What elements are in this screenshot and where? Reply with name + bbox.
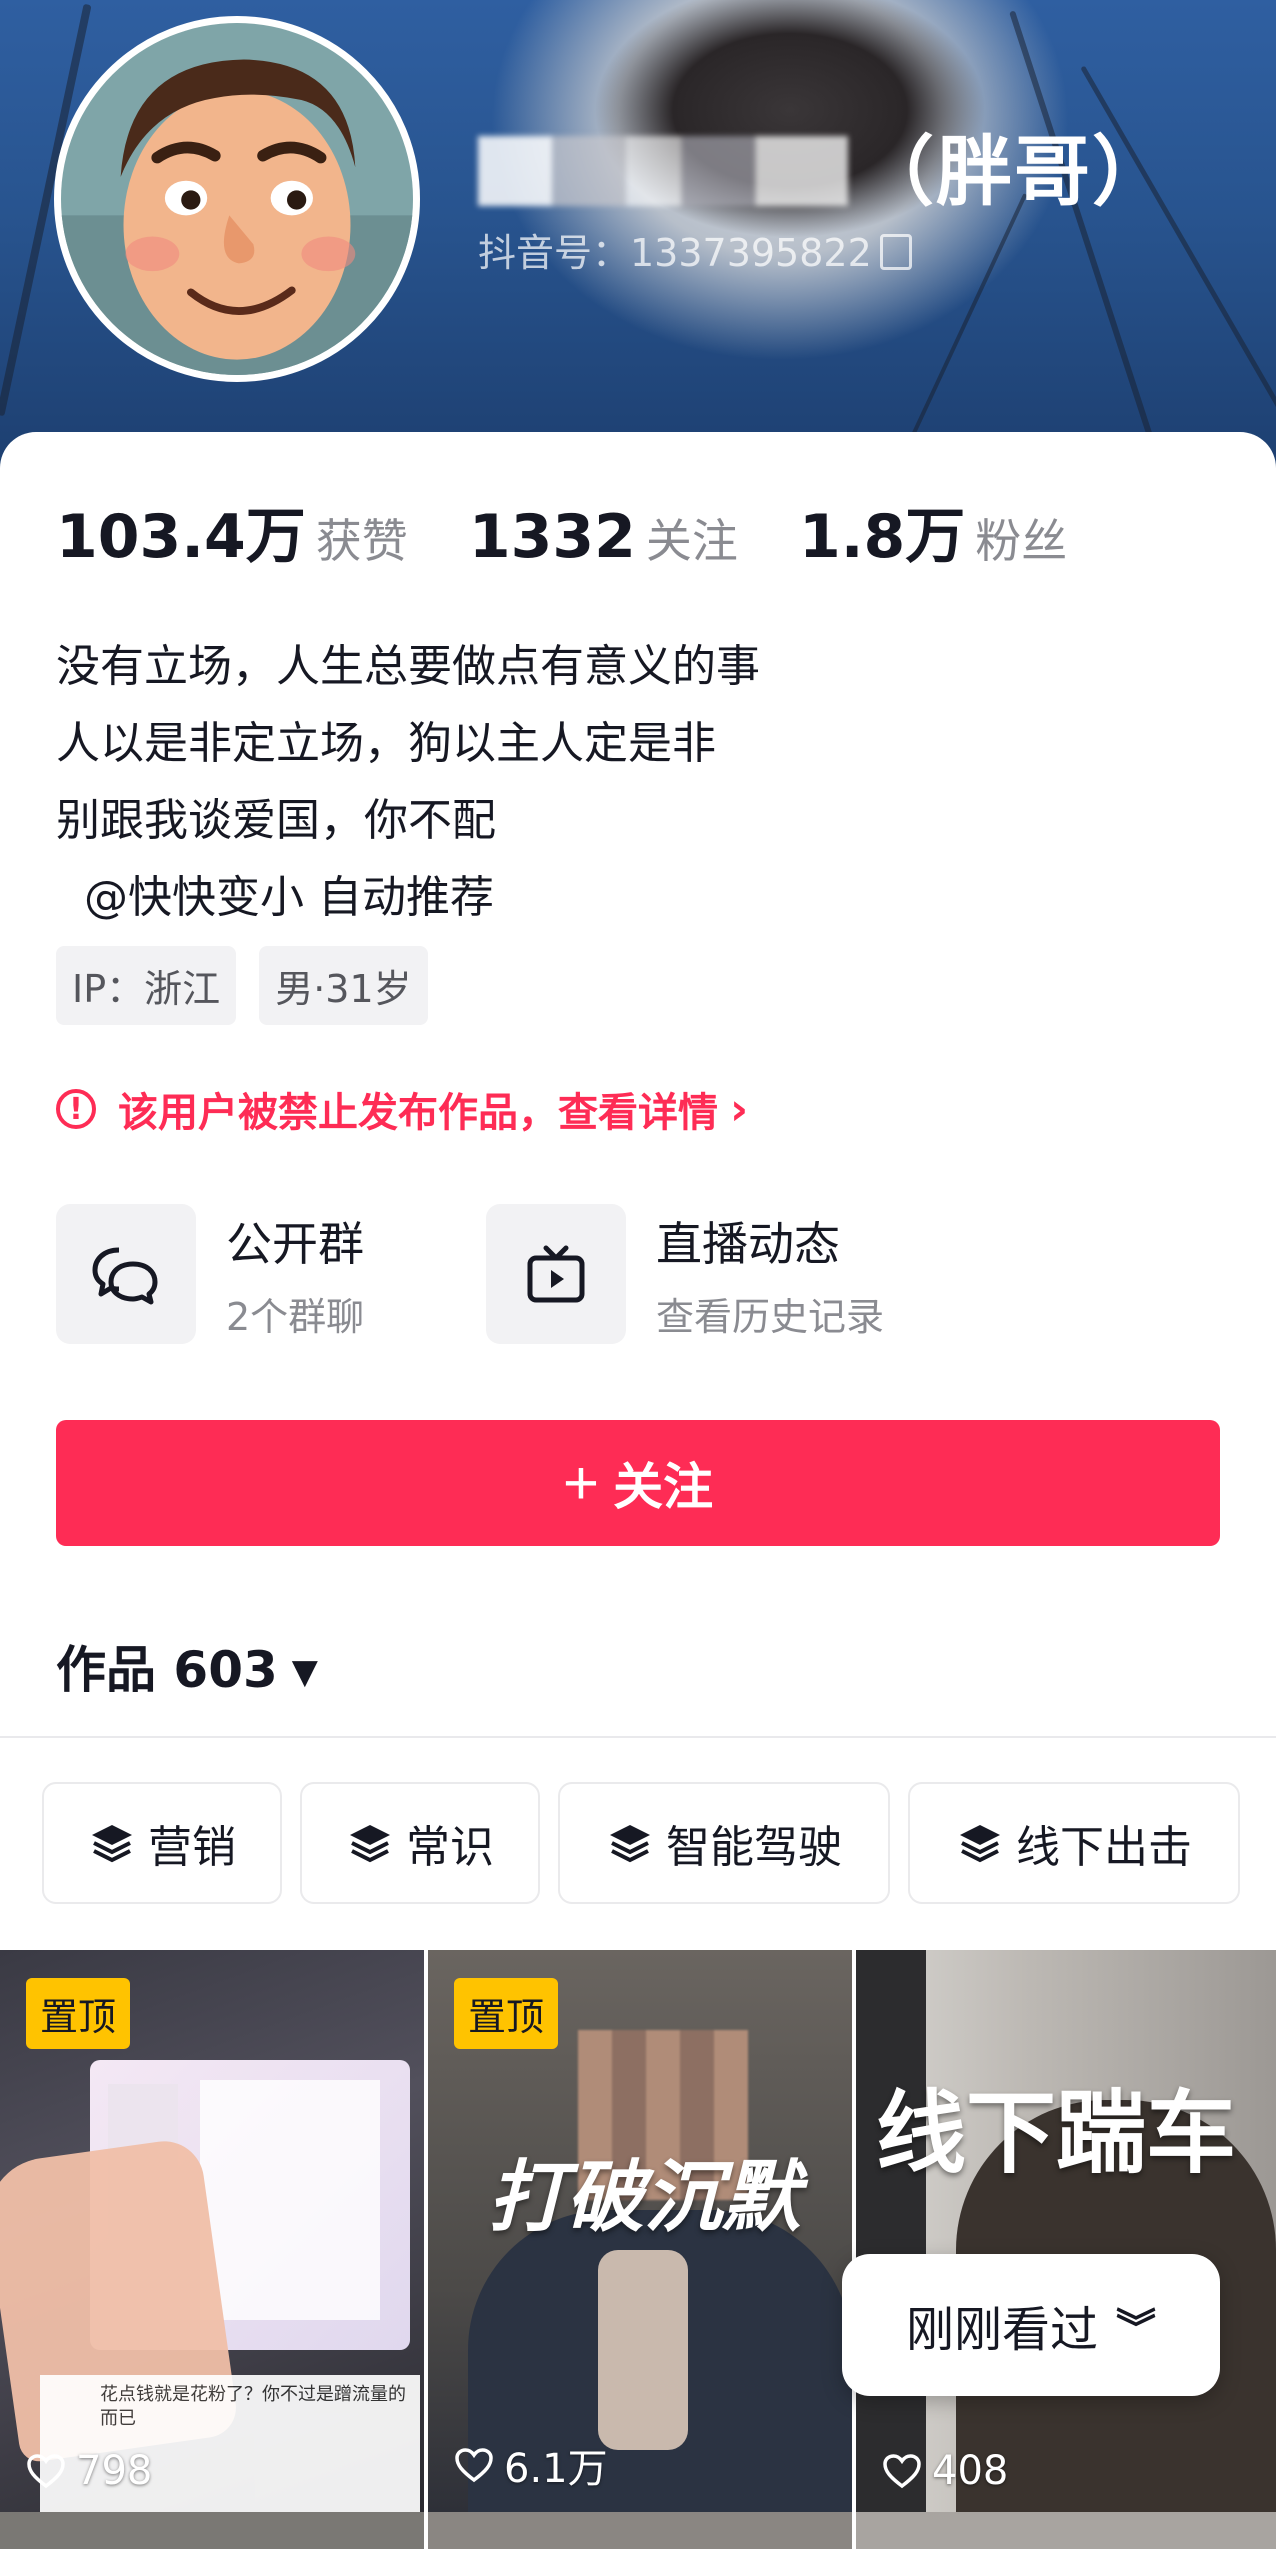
like-count: 6.1万 [454, 2436, 608, 2494]
works-tab[interactable]: 作品 603 ▼ [56, 1630, 318, 1702]
nickname-mosaic [478, 136, 848, 206]
double-chevron-down-icon: ︾ [1116, 2306, 1156, 2352]
tv-play-icon [486, 1204, 626, 1344]
thumbnail-phone [598, 2250, 688, 2450]
profile-tags: IP：浙江 男·31岁 [56, 946, 446, 1025]
follow-button[interactable]: + 关注 [56, 1420, 1220, 1546]
heart-icon [455, 2448, 493, 2483]
layers-icon [960, 1825, 1000, 1863]
like-count: 408 [882, 2448, 1008, 2494]
stat-likes[interactable]: 103.4万 获赞 [56, 488, 408, 575]
warning-icon: ! [56, 1089, 96, 1129]
entry-title: 公开群 [226, 1216, 364, 1271]
copy-icon[interactable] [879, 234, 912, 270]
collection-smart-driving[interactable]: 智能驾驶 [558, 1782, 890, 1904]
plus-icon: + [562, 1448, 600, 1518]
collection-offline[interactable]: 线下出击 [908, 1782, 1240, 1904]
entry-title: 直播动态 [656, 1216, 840, 1271]
divider [0, 1736, 1276, 1738]
pinned-badge: 置顶 [26, 1978, 131, 2049]
ban-notice[interactable]: ! 该用户被禁止发布作品，查看详情 › [56, 1080, 748, 1138]
collection-knowledge[interactable]: 常识 [300, 1782, 540, 1904]
caret-down-icon[interactable]: ▼ [292, 1652, 318, 1692]
bio-line: 没有立场，人生总要做点有意义的事 [56, 641, 760, 692]
profile-bio: 没有立场，人生总要做点有意义的事 人以是非定立场，狗以主人定是非 别跟我谈爱国，… [56, 628, 760, 936]
entry-public-group[interactable]: 公开群 2个群聊 [56, 1204, 364, 1344]
collection-tabs: 营销 常识 智能驾驶 线下出击 [42, 1782, 1240, 1904]
like-count: 798 [26, 2448, 152, 2494]
video-tile[interactable]: 打破沉默 置顶 6.1万 [428, 1950, 852, 2512]
video-overlay-title: 线下踹车 [876, 2081, 1236, 2186]
entry-subtitle: 2个群聊 [226, 1294, 365, 1339]
video-grid: 花点钱就是花粉了？你不过是蹭流量的而已 置顶 798 打破沉默 置顶 6.1万 … [0, 1950, 1276, 2549]
bio-line: 人以是非定立场，狗以主人定是非 [56, 718, 716, 769]
video-tile[interactable]: 线下踹车 408 [856, 1950, 1276, 2512]
heart-icon [27, 2454, 65, 2489]
profile-stats: 103.4万 获赞 1332 关注 1.8万 粉丝 [56, 488, 1123, 575]
tag-ip: IP：浙江 [56, 946, 237, 1025]
entry-live-history[interactable]: 直播动态 查看历史记录 [486, 1204, 884, 1344]
layers-icon [92, 1825, 132, 1863]
stat-following[interactable]: 1332 关注 [469, 502, 738, 572]
pinned-badge: 置顶 [454, 1978, 559, 2049]
douyin-id[interactable]: 抖音号：1337395822 [478, 222, 912, 277]
layers-icon [610, 1825, 650, 1863]
avatar[interactable] [54, 16, 420, 382]
profile-nickname: （胖哥） [478, 110, 1170, 220]
stat-followers[interactable]: 1.8万 粉丝 [799, 488, 1067, 575]
thumbnail-window-frame [856, 1950, 926, 2512]
video-overlay-title: 打破沉默 [488, 2153, 801, 2243]
collection-marketing[interactable]: 营销 [42, 1782, 282, 1904]
recently-viewed-pill[interactable]: 刚刚看过 ︾ [842, 2254, 1220, 2396]
video-tile[interactable]: 花点钱就是花粉了？你不过是蹭流量的而已 置顶 798 [0, 1950, 424, 2512]
layers-icon [350, 1825, 390, 1863]
chevron-right-icon: › [730, 1083, 749, 1135]
bio-line: 别跟我谈爱国，你不配 [56, 795, 496, 846]
heart-icon [883, 2454, 921, 2489]
next-row-thumbnails [0, 2512, 1276, 2549]
bio-line[interactable]: @快快变小 自动推荐 [56, 859, 760, 936]
ban-notice-text: 该用户被禁止发布作品，查看详情 [118, 1090, 718, 1136]
tag-gender-age: 男·31岁 [259, 946, 428, 1025]
entry-subtitle: 查看历史记录 [656, 1294, 885, 1339]
chat-bubbles-icon [56, 1204, 196, 1344]
